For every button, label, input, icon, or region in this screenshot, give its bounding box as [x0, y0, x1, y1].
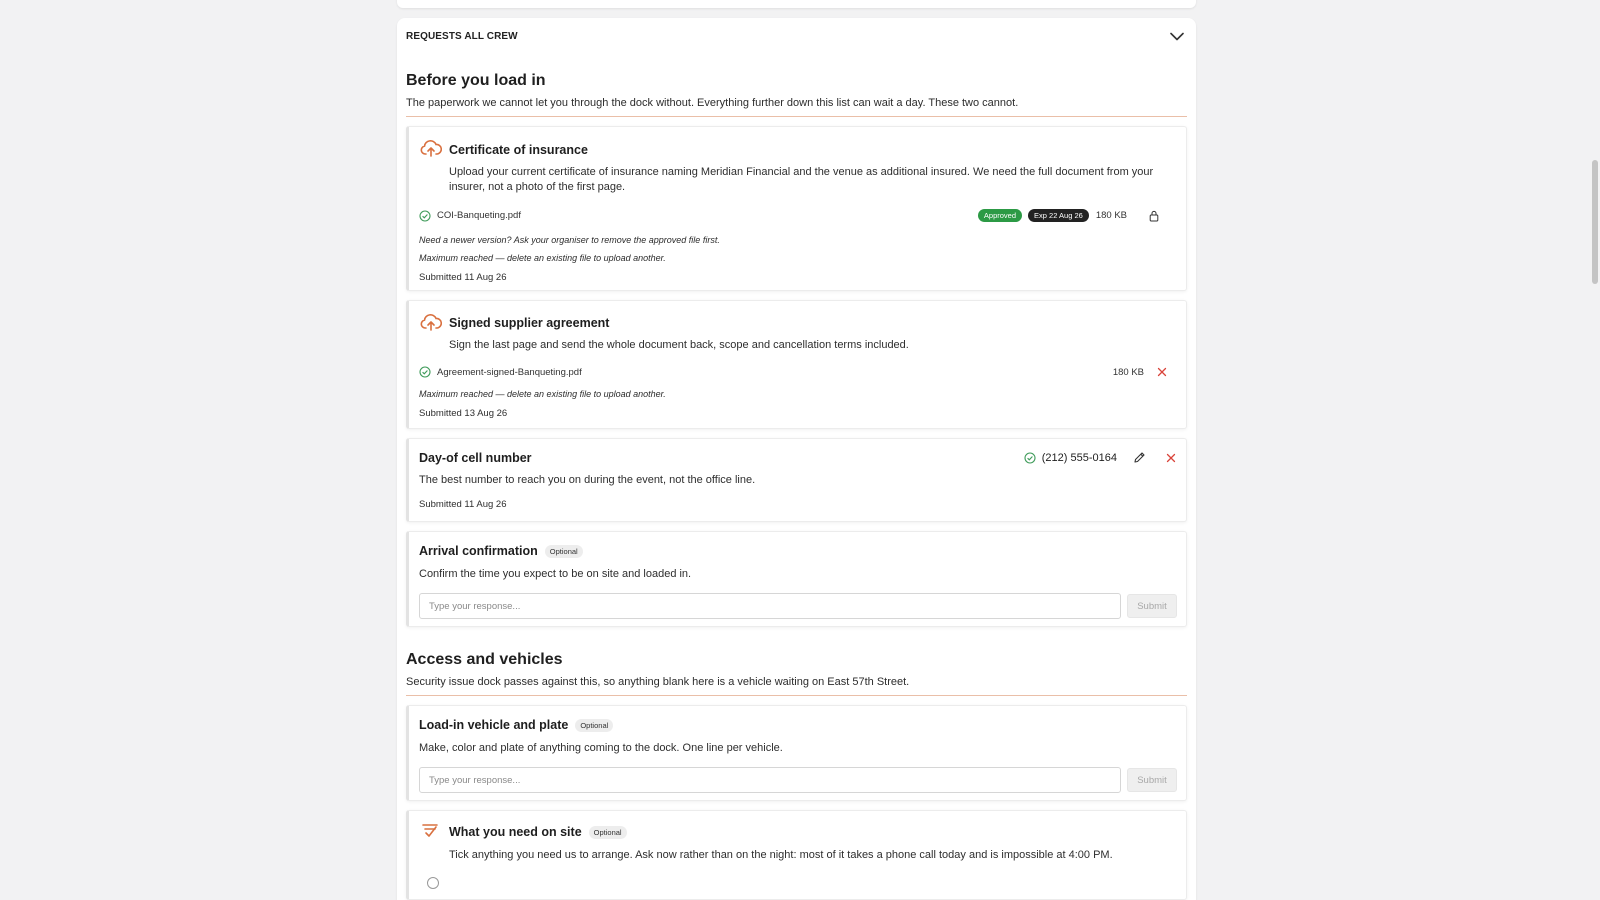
response-input[interactable] — [419, 767, 1121, 793]
response-row: Submit — [419, 767, 1177, 793]
check-circle-icon — [419, 366, 431, 378]
optional-badge: Optional — [588, 825, 627, 839]
card-head: What you need on site Optional — [449, 825, 627, 839]
optional-badge: Optional — [544, 544, 583, 558]
cell-number-value: (212) 555-0164 — [1041, 451, 1117, 464]
card-note: Maximum reached — delete an existing fil… — [419, 253, 666, 263]
card-vehicle: Load-in vehicle and plate Optional Make,… — [406, 705, 1187, 801]
card-title: Signed supplier agreement — [449, 316, 610, 330]
scrollbar[interactable] — [1590, 0, 1600, 900]
file-name[interactable]: COI-Banqueting.pdf — [437, 210, 521, 221]
optional-badge: Optional — [575, 718, 614, 732]
pencil-icon[interactable] — [1133, 451, 1146, 464]
card-head: Load-in vehicle and plate Optional — [419, 718, 614, 732]
file-row: Agreement-signed-Banqueting.pdf 180 KB — [419, 366, 1167, 378]
submitted-date: Submitted 11 Aug 26 — [419, 499, 507, 510]
section-desc-access: Security issue dock passes against this,… — [406, 676, 1187, 696]
card-desc: Upload your current certificate of insur… — [449, 166, 1154, 193]
previous-card — [397, 0, 1196, 8]
section-desc-before: The paperwork we cannot let you through … — [406, 97, 1187, 117]
file-name[interactable]: Agreement-signed-Banqueting.pdf — [437, 367, 582, 378]
card-desc: Confirm the time you expect to be on sit… — [419, 568, 692, 580]
submit-button[interactable]: Submit — [1127, 768, 1177, 792]
card-note: Need a newer version? Ask your organiser… — [419, 235, 720, 245]
upload-cloud-icon[interactable] — [420, 139, 443, 159]
card-agreement: Signed supplier agreement Sign the last … — [406, 300, 1187, 429]
expiry-badge: Exp 22 Aug 26 — [1028, 209, 1089, 222]
card-title: Load-in vehicle and plate — [419, 718, 569, 732]
response-row: Submit — [419, 593, 1177, 619]
card-title: What you need on site — [449, 825, 582, 839]
submit-button[interactable]: Submit — [1127, 594, 1177, 618]
card-desc: Make, color and plate of anything coming… — [419, 742, 783, 754]
section-title-before: Before you load in — [406, 72, 546, 89]
card-desc: Tick anything you need us to arrange. As… — [449, 849, 1113, 861]
check-circle-icon — [1024, 451, 1036, 464]
card-title: Certificate of insurance — [449, 143, 588, 157]
checklist-icon — [420, 822, 442, 842]
check-circle-icon — [419, 209, 431, 222]
panel-header[interactable]: REQUESTS ALL CREW — [406, 18, 1187, 54]
card-insurance: Certificate of insurance Upload your cur… — [406, 126, 1187, 291]
card-title: Arrival confirmation — [419, 544, 538, 558]
card-cell: Day-of cell number (212) 555-0164 The be… — [406, 438, 1187, 522]
scrollbar-thumb[interactable] — [1592, 160, 1598, 284]
status-badge: Approved — [977, 209, 1023, 222]
lock-icon — [1149, 210, 1159, 222]
card-needs: What you need on site Optional Tick anyt… — [406, 810, 1187, 900]
card-desc: Sign the last page and send the whole do… — [449, 339, 909, 351]
card-desc: The best number to reach you on during t… — [419, 474, 756, 486]
close-icon[interactable] — [1166, 453, 1176, 463]
file-row: COI-Banqueting.pdf Approved Exp 22 Aug 2… — [419, 209, 1159, 222]
submitted-date: Submitted 11 Aug 26 — [419, 272, 507, 283]
section-title-access: Access and vehicles — [406, 651, 563, 668]
file-size: 180 KB — [1112, 366, 1144, 378]
close-icon[interactable] — [1157, 367, 1167, 377]
checkbox[interactable] — [427, 877, 439, 889]
cell-value-row: (212) 555-0164 — [1024, 451, 1176, 464]
response-input[interactable] — [419, 593, 1121, 619]
card-title: Day-of cell number — [419, 451, 532, 465]
upload-cloud-icon[interactable] — [420, 313, 443, 333]
card-note: Maximum reached — delete an existing fil… — [419, 389, 666, 399]
file-size: 180 KB — [1095, 210, 1127, 221]
panel-header-label: REQUESTS ALL CREW — [406, 30, 518, 42]
requests-panel: REQUESTS ALL CREW Before you load in The… — [397, 18, 1196, 900]
card-head: Arrival confirmation Optional — [419, 544, 583, 558]
chevron-down-icon[interactable] — [1169, 28, 1185, 44]
submitted-date: Submitted 13 Aug 26 — [419, 408, 508, 419]
card-arrival: Arrival confirmation Optional Confirm th… — [406, 531, 1187, 627]
